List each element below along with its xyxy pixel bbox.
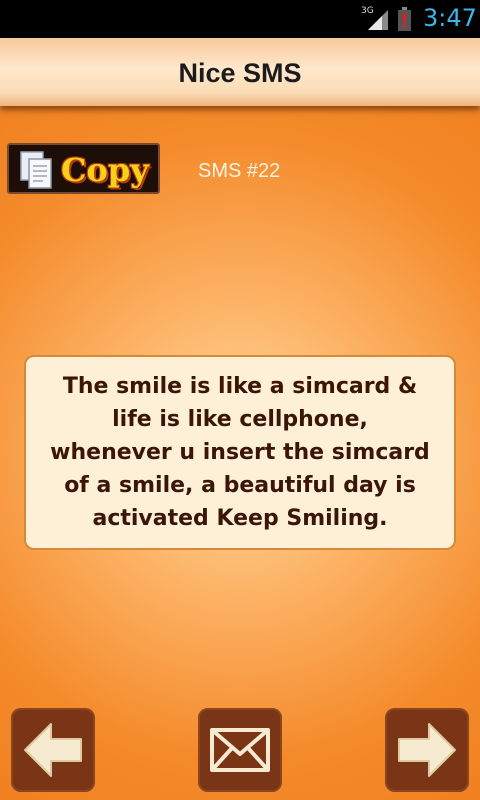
- message-text: The smile is like a simcard & life is li…: [50, 374, 430, 531]
- battery-alert-icon: [398, 7, 411, 31]
- copy-button[interactable]: Copy: [7, 143, 160, 194]
- message-card: The smile is like a simcard & life is li…: [24, 355, 456, 550]
- page-title: Nice SMS: [178, 58, 302, 88]
- envelope-icon: [210, 728, 270, 772]
- previous-button[interactable]: [11, 708, 95, 792]
- status-bar: 3G 3:47: [0, 0, 480, 38]
- copy-button-label: Copy: [61, 151, 149, 189]
- clock: 3:47: [423, 4, 477, 32]
- app-header: Nice SMS: [0, 38, 480, 106]
- send-sms-button[interactable]: [198, 708, 282, 792]
- signal-icon: [368, 10, 388, 30]
- arrow-right-icon: [398, 723, 456, 777]
- sms-number-label: SMS #22: [198, 160, 281, 182]
- copy-document-icon: [20, 151, 52, 189]
- next-button[interactable]: [385, 708, 469, 792]
- arrow-left-icon: [24, 723, 82, 777]
